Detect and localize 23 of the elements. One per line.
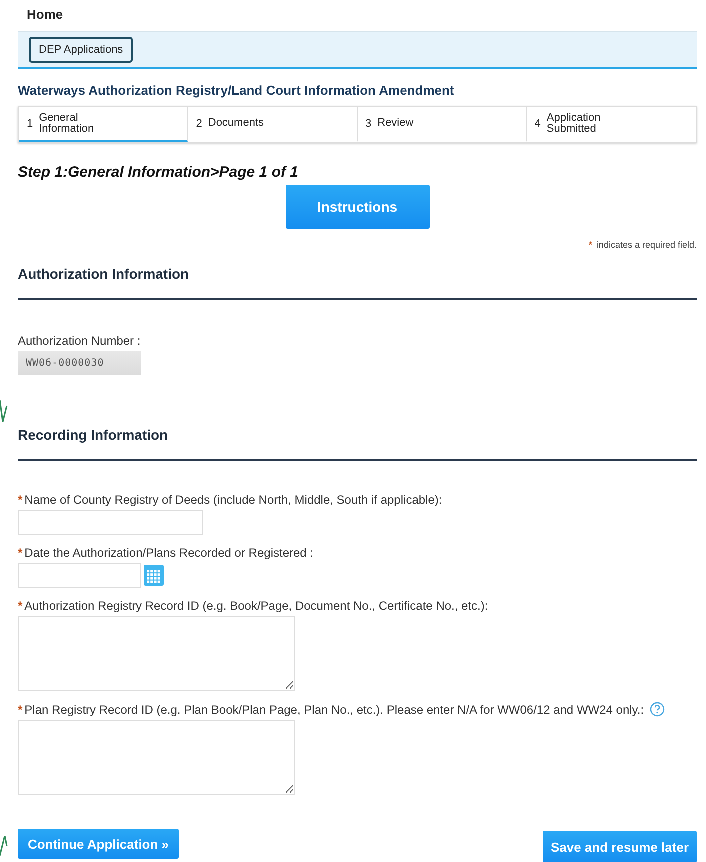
breadcrumb[interactable]: Home xyxy=(18,0,697,31)
required-note: * indicates a required field. xyxy=(588,240,697,250)
text-area[interactable] xyxy=(18,616,295,691)
field-label: * Authorization Registry Record ID (e.g. Book/Page, Document No., Certificate No., etc.): xyxy=(18,599,488,613)
section-heading: Recording Information xyxy=(18,375,697,461)
calendar-icon[interactable] xyxy=(144,565,164,586)
field-label: * Name of County Registry of Deeds (include North, Middle, South if applicable): xyxy=(18,493,442,507)
help-icon[interactable] xyxy=(650,702,666,717)
field-label: Authorization Number : xyxy=(18,334,141,348)
date-field[interactable] xyxy=(18,563,141,588)
pen-mark-icon xyxy=(0,400,8,424)
step-tab[interactable]: 2 Documents xyxy=(188,107,358,142)
text-area[interactable] xyxy=(18,720,295,795)
section-heading: Authorization Information xyxy=(18,250,697,300)
step-heading: Step 1:General Information>Page 1 of 1 xyxy=(18,164,300,181)
step-tab[interactable]: 3 Review xyxy=(358,107,527,142)
input-field[interactable] xyxy=(18,510,203,535)
field-label: * Date the Authorization/Plans Recorded or Registered : xyxy=(18,546,314,560)
dep-applications-button[interactable]: DEP Applications xyxy=(29,36,134,62)
field-label: * Plan Registry Record ID (e.g. Plan Book/Plan Page, Plan No., etc.). Please enter N/A for WW06/12 and WW24 only.: xyxy=(18,702,644,716)
page-title: Waterways Authorization Registry/Land Court Information Amendment xyxy=(18,83,456,98)
authorization-number-field: WW06-0000030 xyxy=(18,351,141,375)
pen-mark-icon xyxy=(0,836,8,858)
